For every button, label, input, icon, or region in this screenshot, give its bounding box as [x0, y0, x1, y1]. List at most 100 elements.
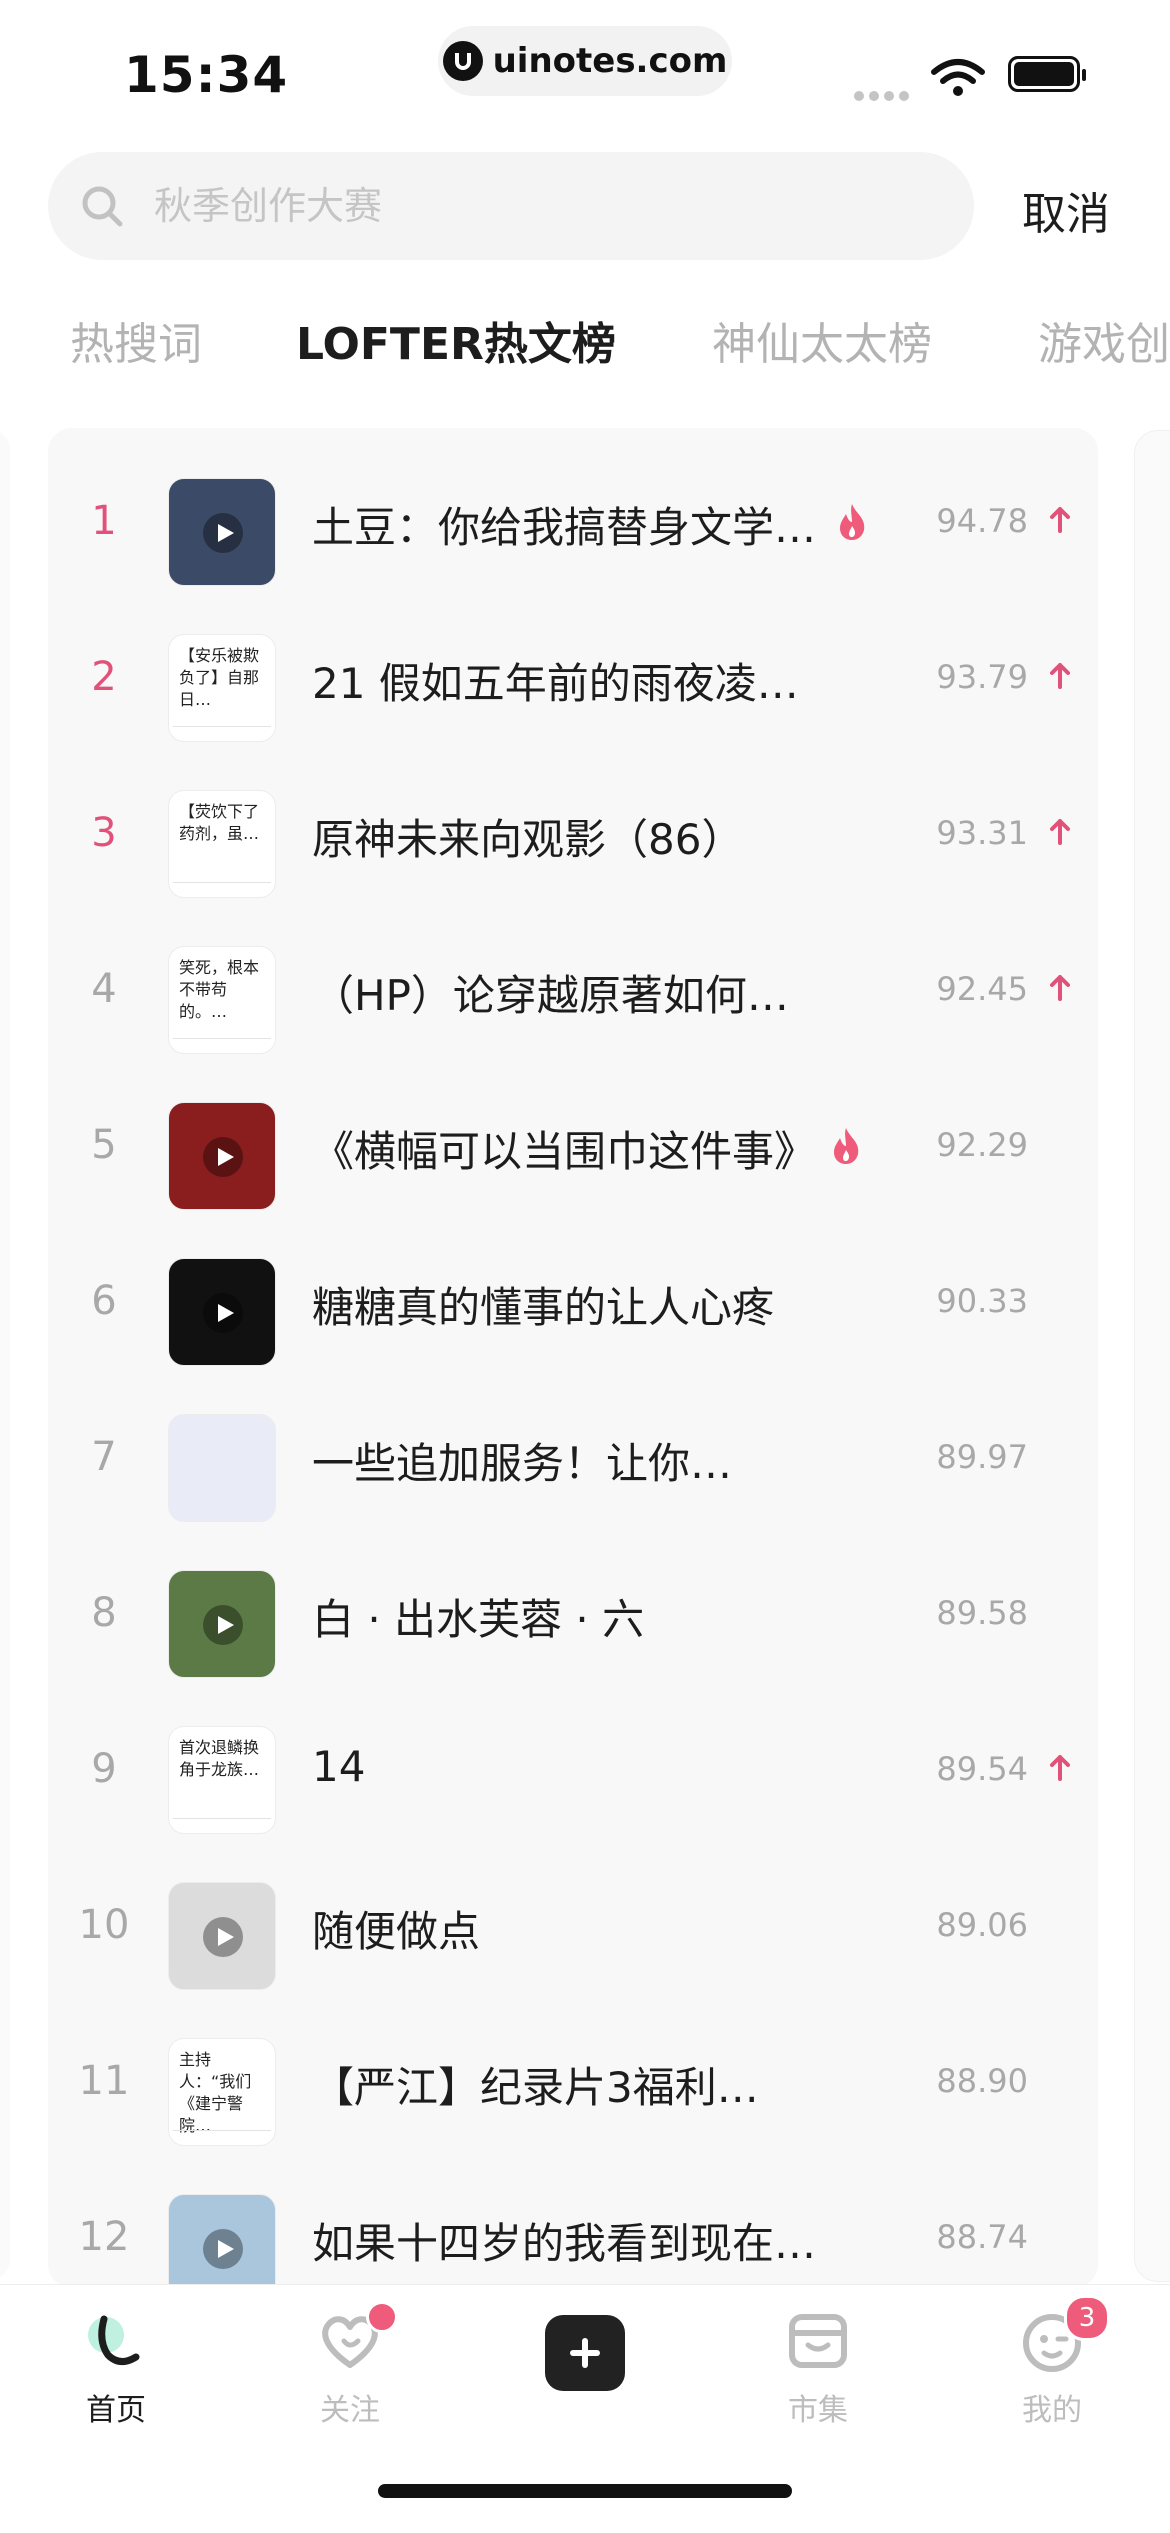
play-icon	[203, 2229, 243, 2269]
heat-score: 90.33	[936, 1282, 1028, 1320]
search-input[interactable]	[154, 178, 934, 234]
home-icon	[80, 2305, 152, 2377]
ranking-row[interactable]: 4 笑死，根本不带苟的。… （HP）论穿越原著如何… 92.45	[48, 924, 1098, 1080]
ranking-tabs: 热搜词 LOFTER热文榜 神仙太太榜 游戏创	[0, 300, 1170, 380]
trend-up-arrow-icon	[1050, 663, 1070, 689]
nav-mine-label: 我的	[1022, 2393, 1082, 2428]
heat-score: 93.79	[936, 658, 1028, 696]
status-time: 15:34	[124, 46, 289, 104]
nav-market-label: 市集	[788, 2393, 848, 2428]
rank-number: 10	[78, 1902, 130, 1948]
play-icon	[203, 1917, 243, 1957]
cellular-signal-icon	[854, 86, 914, 101]
play-icon	[203, 1605, 243, 1645]
nav-market[interactable]: 市集	[738, 2305, 898, 2429]
rank-number: 12	[78, 2214, 130, 2260]
article-title[interactable]: 14	[312, 1742, 365, 1791]
article-title[interactable]: 白 · 出水芙蓉 · 六	[312, 1586, 644, 1647]
article-title[interactable]: 一些追加服务！让你…	[312, 1430, 732, 1491]
article-title[interactable]: （HP）论穿越原著如何…	[312, 962, 789, 1023]
article-title[interactable]: 随便做点	[312, 1898, 480, 1959]
ranking-row[interactable]: 9 首次退鳞换角于龙族… 14 89.54	[48, 1704, 1098, 1860]
rank-number: 2	[91, 654, 117, 700]
article-thumbnail	[168, 1570, 276, 1678]
rank-number: 1	[91, 498, 117, 544]
ranking-row[interactable]: 2 【安乐被欺负了】自那日… 21 假如五年前的雨夜凌… 93.79	[48, 612, 1098, 768]
mine-notification-badge: 3	[1064, 2295, 1110, 2341]
ranking-row[interactable]: 1 土豆：你给我搞替身文学… 94.78	[48, 456, 1098, 612]
ranking-row[interactable]: 6 糖糖真的懂事的让人心疼 90.33	[48, 1236, 1098, 1392]
trend-up-arrow-icon	[1050, 1755, 1070, 1781]
trend-up-arrow-icon	[1050, 819, 1070, 845]
shop-icon	[782, 2305, 854, 2377]
next-card-peek	[1134, 430, 1170, 2282]
article-title[interactable]: 如果十四岁的我看到现在…	[312, 2210, 816, 2271]
heat-score: 89.97	[936, 1438, 1028, 1476]
profile-face-icon: 3	[1016, 2295, 1110, 2377]
nav-home[interactable]: 首页	[36, 2305, 196, 2429]
article-title[interactable]: 糖糖真的懂事的让人心疼	[312, 1274, 774, 1335]
ranking-row[interactable]: 12 如果十四岁的我看到现在… 88.74	[48, 2172, 1098, 2288]
hot-fire-icon	[840, 504, 865, 540]
cancel-button[interactable]: 取消	[1022, 178, 1110, 242]
play-icon	[203, 1293, 243, 1333]
play-icon	[203, 1137, 243, 1177]
article-title[interactable]: 21 假如五年前的雨夜凌…	[312, 650, 799, 711]
rank-number: 11	[78, 2058, 130, 2104]
nav-mine[interactable]: 3 我的	[972, 2295, 1132, 2429]
article-title[interactable]: 【严江】纪录片3福利…	[312, 2054, 759, 2115]
home-indicator	[378, 2484, 792, 2498]
ranking-row[interactable]: 8 白 · 出水芙蓉 · 六 89.58	[48, 1548, 1098, 1704]
ranking-card: 1 土豆：你给我搞替身文学… 94.78 2 【安乐被欺负了】自那日… 21 假如五年前的…	[48, 428, 1098, 2288]
previous-card-peek	[0, 430, 10, 2280]
ranking-row[interactable]: 7 一些追加服务！让你… 89.97	[48, 1392, 1098, 1548]
tab-game-creation[interactable]: 游戏创	[1038, 308, 1170, 372]
rank-number: 5	[91, 1122, 117, 1168]
rank-number: 7	[91, 1434, 117, 1480]
battery-icon	[1008, 56, 1086, 92]
status-bar: 15:34 uinotes.com	[0, 0, 1170, 140]
article-thumbnail	[168, 2194, 276, 2288]
heat-score: 89.06	[936, 1906, 1028, 1944]
article-thumbnail	[168, 478, 276, 586]
create-post-button[interactable]	[545, 2315, 625, 2391]
trend-up-arrow-icon	[1050, 975, 1070, 1001]
ranking-row[interactable]: 3 【荧饮下了药剂，虽… 原神未来向观影（86） 93.31	[48, 768, 1098, 924]
heat-score: 92.29	[936, 1126, 1028, 1164]
article-thumbnail	[168, 1102, 276, 1210]
article-thumbnail	[168, 1258, 276, 1366]
site-logo-icon	[442, 41, 483, 81]
tab-top-creators[interactable]: 神仙太太榜	[712, 308, 932, 372]
heat-score: 88.90	[936, 2062, 1028, 2100]
tab-hot-search[interactable]: 热搜词	[70, 308, 202, 372]
ranking-row[interactable]: 11 主持人：“我们《建宁警院… 【严江】纪录片3福利… 88.90	[48, 2016, 1098, 2172]
url-text: uinotes.com	[492, 41, 728, 81]
trend-up-arrow-icon	[1050, 507, 1070, 533]
search-icon	[82, 186, 123, 227]
ranking-row[interactable]: 10 随便做点 89.06	[48, 1860, 1098, 2016]
hot-fire-icon	[834, 1128, 859, 1164]
article-title[interactable]: 《横幅可以当围巾这件事》	[312, 1118, 816, 1179]
heat-score: 94.78	[936, 502, 1028, 540]
article-thumbnail: 首次退鳞换角于龙族…	[168, 1726, 276, 1834]
article-thumbnail: 笑死，根本不带苟的。…	[168, 946, 276, 1054]
search-box[interactable]	[48, 152, 974, 260]
rank-number: 8	[91, 1590, 117, 1636]
url-pill[interactable]: uinotes.com	[438, 26, 732, 96]
article-thumbnail: 【荧饮下了药剂，虽…	[168, 790, 276, 898]
article-title[interactable]: 土豆：你给我搞替身文学…	[312, 494, 816, 555]
ranking-row[interactable]: 5 《横幅可以当围巾这件事》 92.29	[48, 1080, 1098, 1236]
rank-number: 9	[91, 1746, 117, 1792]
heat-score: 88.74	[936, 2218, 1028, 2256]
heat-score: 89.54	[936, 1750, 1028, 1788]
wifi-icon	[931, 59, 985, 96]
heat-score: 92.45	[936, 970, 1028, 1008]
article-thumbnail	[168, 1414, 276, 1522]
tab-lofter-hot-articles[interactable]: LOFTER热文榜	[296, 308, 616, 372]
nav-follow[interactable]: 关注	[270, 2301, 430, 2429]
nav-home-label: 首页	[86, 2393, 146, 2428]
play-icon	[203, 513, 243, 553]
article-thumbnail: 【安乐被欺负了】自那日…	[168, 634, 276, 742]
article-title[interactable]: 原神未来向观影（86）	[312, 806, 743, 867]
heat-score: 93.31	[936, 814, 1028, 852]
